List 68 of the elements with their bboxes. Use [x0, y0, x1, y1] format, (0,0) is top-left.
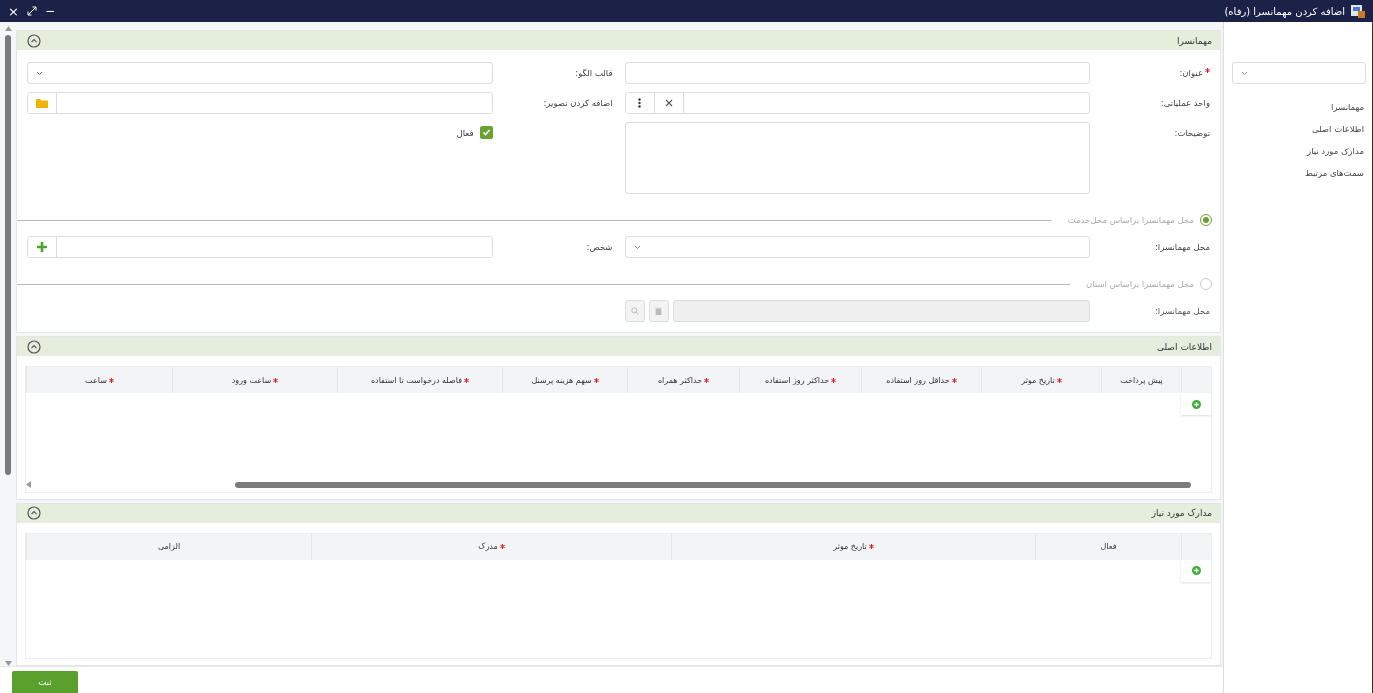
collapse-icon[interactable] [27, 339, 41, 354]
minimize-button[interactable]: − [44, 4, 55, 18]
section-title: مدارک مورد نیاز [1151, 508, 1212, 518]
maximize-icon[interactable] [26, 6, 37, 16]
search-field[interactable] [672, 300, 1090, 322]
column-header: ساعت [26, 367, 172, 393]
window-app-icon [1351, 4, 1365, 18]
column-header: پیش پرداخت [1101, 367, 1181, 393]
radio-label: محل مهمانسرا براساس استان [1086, 279, 1194, 289]
column-header: مدرک [311, 533, 671, 560]
plus-icon [37, 242, 47, 252]
scroll-up-icon[interactable] [4, 26, 12, 31]
file-field[interactable] [27, 92, 493, 114]
section-title: اطلاعات اصلی [1156, 341, 1212, 352]
field-label: عنوان: [1179, 68, 1210, 78]
field-label: قالب الگو: [575, 68, 613, 78]
column-header: ساعت ورود [172, 367, 337, 393]
window-title: اضافه کردن مهمانسرا (رفاه) [1224, 5, 1345, 17]
add-button[interactable] [28, 237, 57, 257]
plus-circle-icon [1191, 566, 1201, 575]
column-header: الزامی [26, 533, 311, 560]
more-icon [638, 98, 641, 108]
text-field[interactable] [624, 62, 1090, 84]
chevron-down-icon [36, 70, 43, 76]
column-header: حداکثر همراه [627, 367, 739, 393]
delete-button[interactable] [648, 300, 669, 322]
collapse-icon[interactable] [27, 506, 41, 520]
scroll-left-icon[interactable] [26, 481, 31, 488]
column-header: تاریخ موثر [981, 367, 1101, 393]
field-label: اضافه کردن تصویر: [543, 98, 613, 108]
checkbox[interactable] [479, 126, 493, 139]
browse-button[interactable] [28, 93, 57, 113]
textarea-field[interactable] [624, 122, 1090, 194]
column-header: حداقل روز استفاده [861, 367, 981, 393]
field-label: شخص: [586, 242, 613, 252]
field-label: محل مهمانسرا: [1154, 242, 1210, 252]
sidebar-item[interactable]: مهمانسرا [1232, 96, 1366, 118]
column-header: تاریخ موثر [671, 533, 1035, 560]
trash-icon [655, 307, 662, 315]
field-label: واحد عملیاتی: [1160, 98, 1210, 108]
plus-circle-icon [1191, 399, 1201, 409]
close-icon [664, 99, 673, 107]
sidebar-item[interactable]: اطلاعات اصلی [1232, 118, 1366, 140]
dropdown-field[interactable] [27, 62, 493, 84]
search-button[interactable] [624, 300, 645, 322]
lookup-field[interactable] [624, 92, 1090, 114]
sidebar-item[interactable]: سمت‌های مرتبط [1232, 162, 1366, 184]
sidebar-dropdown[interactable] [1232, 62, 1366, 84]
section-title: مهمانسرا [1177, 35, 1212, 46]
collapse-icon[interactable] [27, 33, 41, 48]
sidebar-item[interactable]: مدارک مورد نیاز [1232, 140, 1366, 162]
person-field[interactable] [27, 236, 493, 258]
column-header: فاصله درخواست تا استفاده [337, 367, 502, 393]
folder-icon [36, 98, 48, 108]
column-header: سهم هزینه پرسنل [502, 367, 627, 393]
check-icon [481, 128, 491, 137]
search-icon [630, 307, 639, 315]
chevron-down-icon [633, 244, 641, 250]
close-button[interactable]: × [8, 3, 19, 19]
column-header: حداکثر روز استفاده [739, 367, 861, 393]
column-header: فعال [1035, 533, 1181, 560]
field-label: محل مهمانسرا: [1154, 306, 1210, 316]
chevron-down-icon [1241, 70, 1248, 76]
radio-label: محل مهمانسرا براساس محل‌خدمت [1067, 215, 1194, 225]
more-button[interactable] [625, 93, 655, 113]
checkbox-label: فعال [456, 127, 474, 138]
dropdown-field[interactable] [624, 236, 1090, 258]
field-label: توضیحات: [1174, 128, 1210, 138]
